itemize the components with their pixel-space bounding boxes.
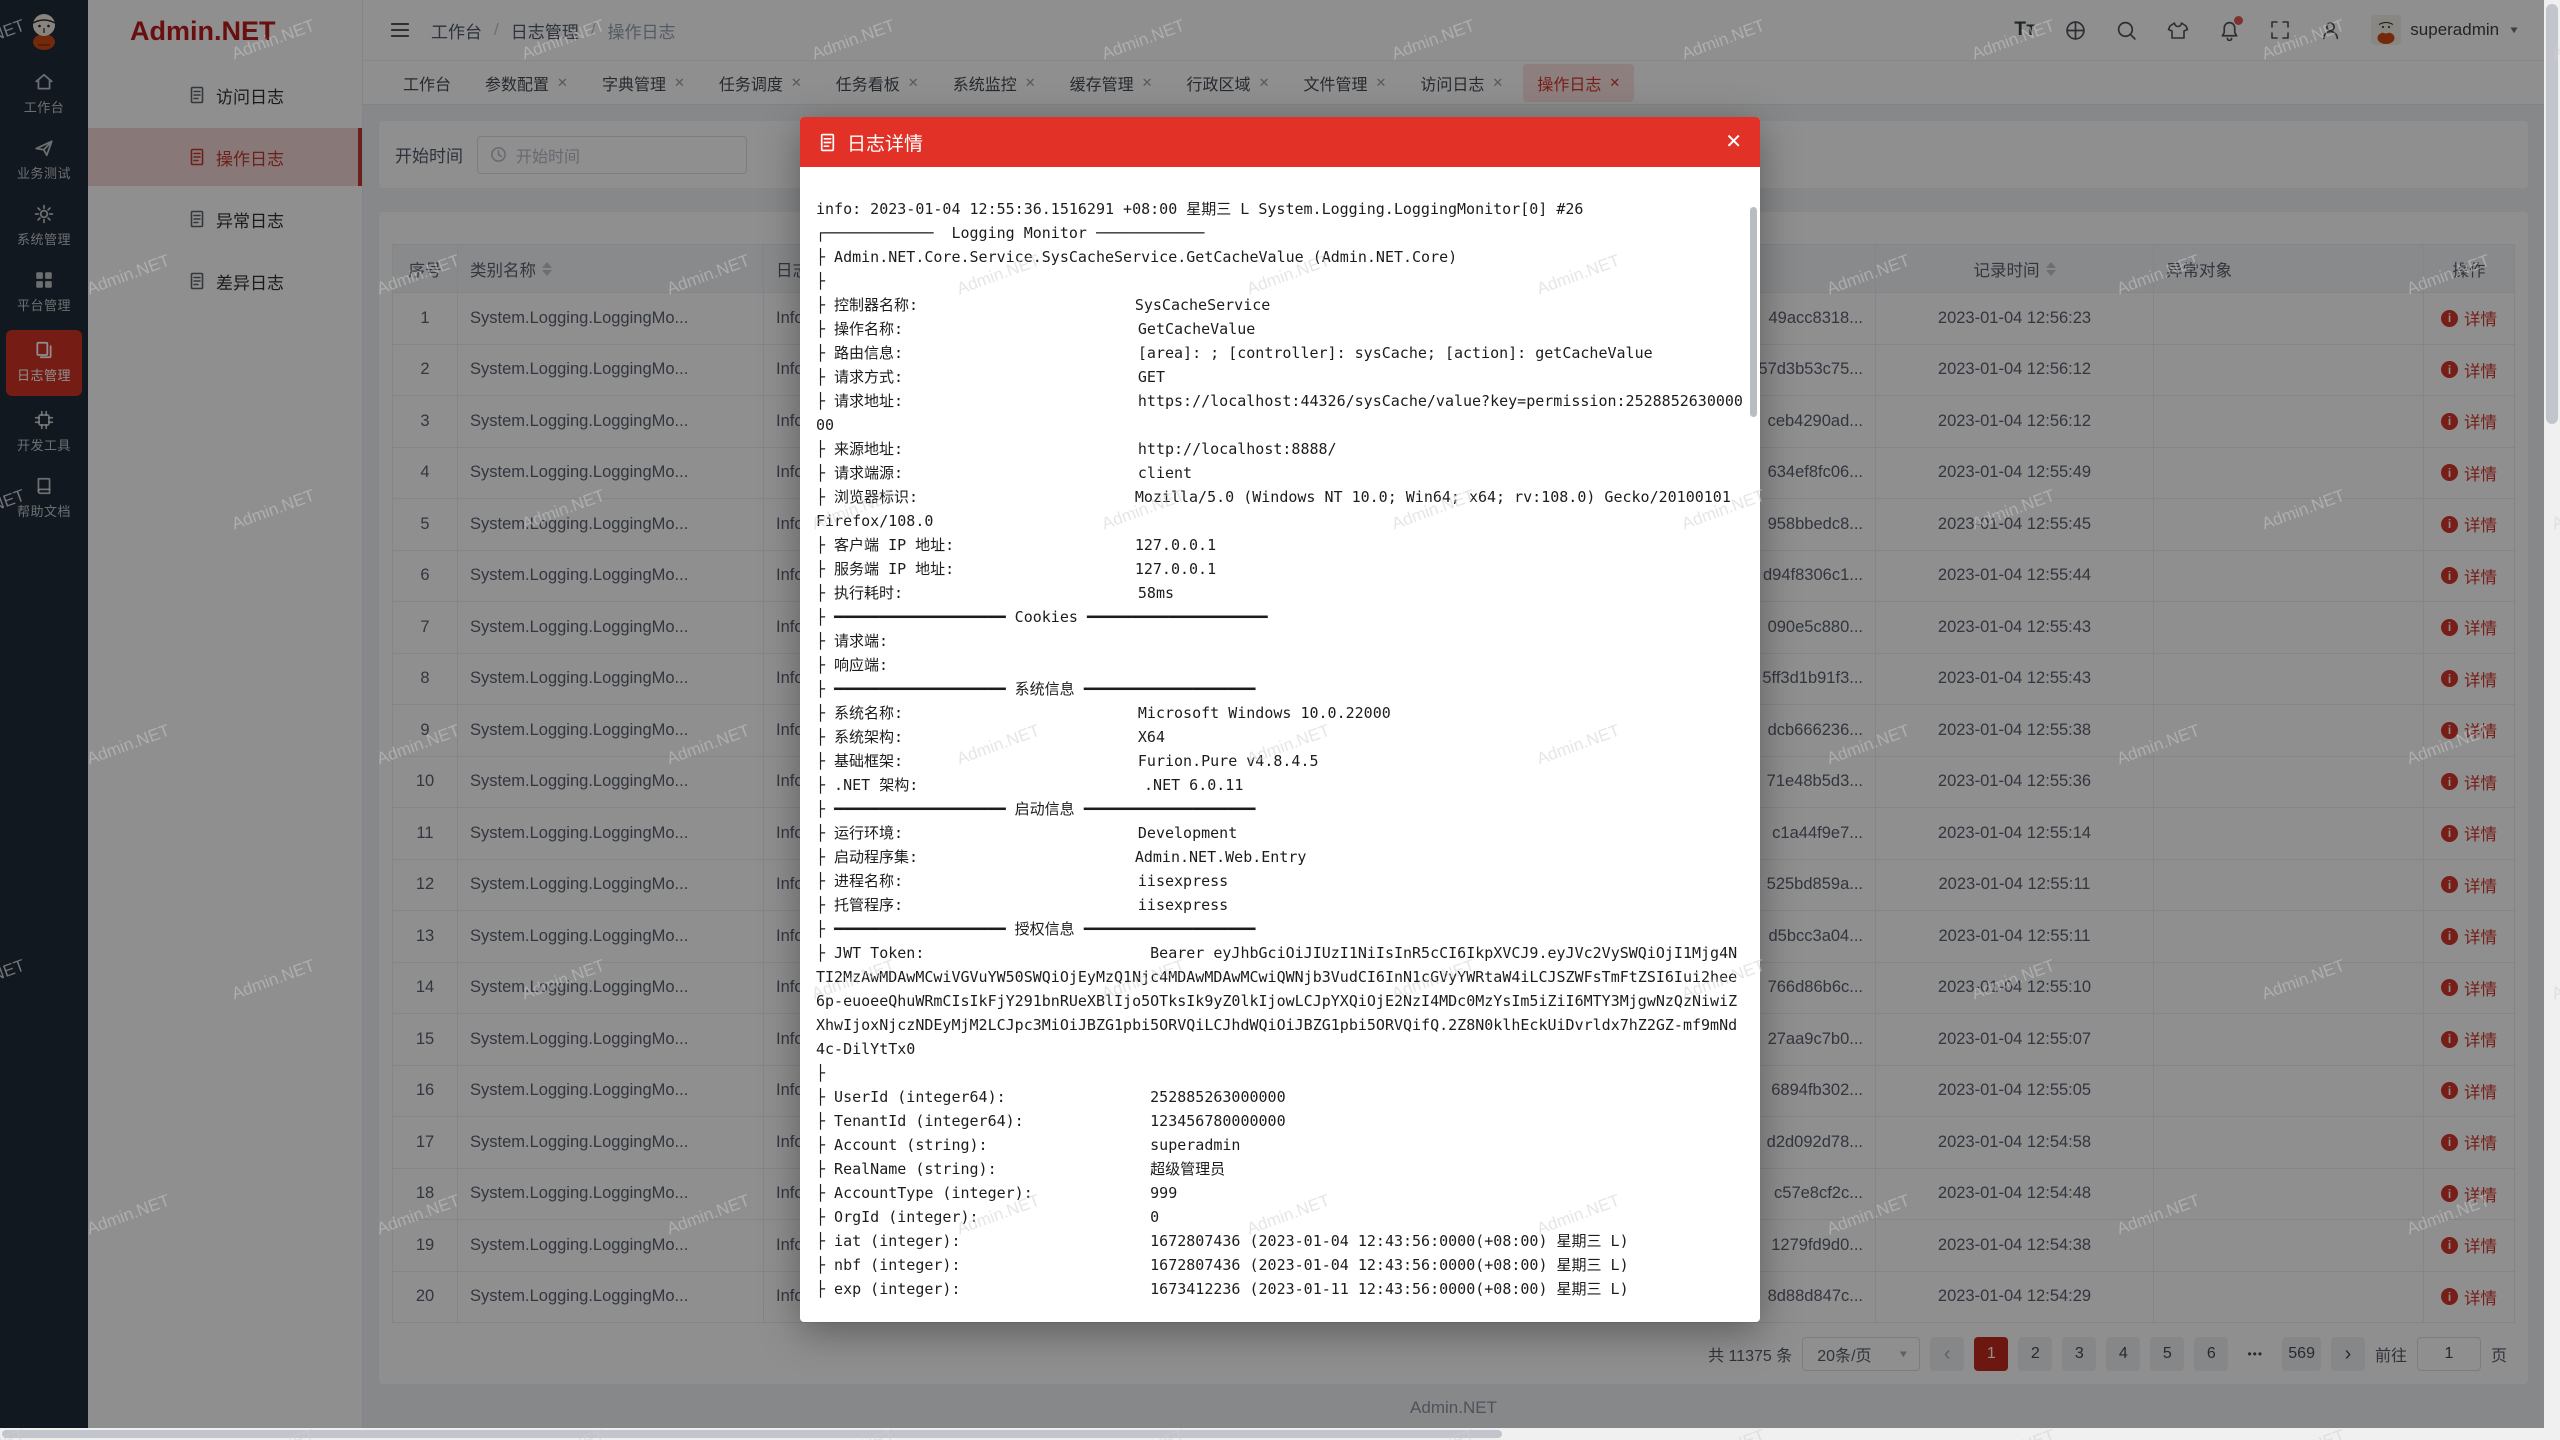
- modal-header: 日志详情 ✕: [800, 117, 1760, 167]
- modal-body: info: 2023-01-04 12:55:36.1516291 +08:00…: [800, 167, 1760, 1322]
- vertical-scrollbar-thumb[interactable]: [2546, 4, 2558, 424]
- horizontal-scrollbar[interactable]: [0, 1428, 2560, 1440]
- close-icon[interactable]: ✕: [1725, 132, 1742, 152]
- horizontal-scrollbar-thumb[interactable]: [2, 1430, 1502, 1438]
- vertical-scrollbar[interactable]: [2544, 0, 2560, 1428]
- document-icon: [818, 133, 837, 152]
- log-detail-modal: 日志详情 ✕ info: 2023-01-04 12:55:36.1516291…: [800, 117, 1760, 1322]
- modal-scrollbar-thumb[interactable]: [1750, 207, 1757, 417]
- log-text: info: 2023-01-04 12:55:36.1516291 +08:00…: [816, 197, 1746, 1301]
- modal-title: 日志详情: [847, 129, 923, 156]
